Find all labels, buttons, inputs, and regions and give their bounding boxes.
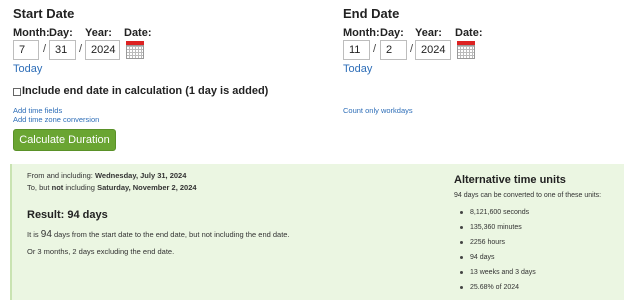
line1-post: days from the start date to the end date… bbox=[51, 230, 290, 239]
result-title: Result: 94 days bbox=[27, 209, 108, 221]
end-month-input[interactable]: 11 bbox=[343, 40, 370, 60]
start-date-label: Date: bbox=[124, 27, 152, 39]
from-date: Wednesday, July 31, 2024 bbox=[94, 171, 187, 180]
alternative-item: 25.68% of 2024 bbox=[458, 280, 536, 295]
to-not: not bbox=[51, 183, 64, 192]
result-line-1: It is 94 days from the start date to the… bbox=[27, 229, 290, 240]
include-end-date-checkbox[interactable] bbox=[13, 88, 21, 96]
alternative-item-text: 2256 hours bbox=[470, 239, 506, 246]
end-day-input[interactable]: 2 bbox=[380, 40, 407, 60]
end-separator-1: / bbox=[373, 43, 377, 55]
alternative-item: 94 days bbox=[458, 250, 536, 265]
to-line: To, but not including Saturday, November… bbox=[27, 183, 197, 192]
count-workdays-link[interactable]: Count only workdays bbox=[343, 106, 413, 115]
result-panel: From and including: Wednesday, July 31, … bbox=[10, 164, 624, 300]
add-time-fields-link[interactable]: Add time fields bbox=[13, 106, 62, 115]
start-day-label: Day: bbox=[49, 27, 73, 39]
line1-pre: It is bbox=[27, 230, 41, 239]
bullet-icon bbox=[460, 271, 463, 274]
start-calendar-icon[interactable] bbox=[126, 41, 144, 59]
start-year-label: Year: bbox=[85, 27, 112, 39]
start-month-input[interactable]: 7 bbox=[13, 40, 39, 60]
alternative-item-text: 25.68% of 2024 bbox=[470, 284, 520, 291]
bullet-icon bbox=[460, 211, 463, 214]
end-year-input[interactable]: 2024 bbox=[415, 40, 451, 60]
start-day-input[interactable]: 31 bbox=[49, 40, 76, 60]
end-date-label: Date: bbox=[455, 27, 483, 39]
bullet-icon bbox=[460, 286, 463, 289]
start-date-heading: Start Date bbox=[13, 6, 75, 21]
alternative-item: 2256 hours bbox=[458, 235, 536, 250]
end-year-label: Year: bbox=[415, 27, 442, 39]
alternative-item-text: 135,360 minutes bbox=[470, 224, 522, 231]
include-end-date-label: Include end date in calculation (1 day i… bbox=[22, 85, 269, 97]
bullet-icon bbox=[460, 226, 463, 229]
alternative-item-text: 13 weeks and 3 days bbox=[470, 269, 536, 276]
alternative-list: 8,121,600 seconds 135,360 minutes 2256 h… bbox=[458, 205, 536, 295]
start-separator-2: / bbox=[79, 43, 83, 55]
from-prefix: From and including: bbox=[27, 171, 95, 180]
alternative-item-text: 94 days bbox=[470, 254, 495, 261]
from-line: From and including: Wednesday, July 31, … bbox=[27, 171, 186, 180]
to-prefix: To, but bbox=[27, 183, 52, 192]
alternative-item: 8,121,600 seconds bbox=[458, 205, 536, 220]
bullet-icon bbox=[460, 241, 463, 244]
alternative-title: Alternative time units bbox=[454, 174, 566, 186]
end-month-label: Month: bbox=[343, 27, 380, 39]
result-line-2: Or 3 months, 2 days excluding the end da… bbox=[27, 247, 175, 256]
end-day-label: Day: bbox=[380, 27, 404, 39]
alternative-intro: 94 days can be converted to one of these… bbox=[454, 192, 602, 199]
start-year-input[interactable]: 2024 bbox=[85, 40, 120, 60]
bullet-icon bbox=[460, 256, 463, 259]
start-separator-1: / bbox=[43, 43, 47, 55]
end-date-heading: End Date bbox=[343, 6, 400, 21]
alternative-item: 13 weeks and 3 days bbox=[458, 265, 536, 280]
line1-number: 94 bbox=[40, 229, 52, 240]
alternative-item: 135,360 minutes bbox=[458, 220, 536, 235]
to-date: Saturday, November 2, 2024 bbox=[97, 183, 197, 192]
end-today-link[interactable]: Today bbox=[343, 63, 372, 75]
add-time-zone-link[interactable]: Add time zone conversion bbox=[13, 115, 99, 124]
start-month-label: Month: bbox=[13, 27, 50, 39]
alternative-item-text: 8,121,600 seconds bbox=[470, 209, 530, 216]
start-today-link[interactable]: Today bbox=[13, 63, 42, 75]
to-middle: including bbox=[63, 183, 98, 192]
end-separator-2: / bbox=[410, 43, 414, 55]
calculate-duration-button[interactable]: Calculate Duration bbox=[13, 129, 116, 151]
end-calendar-icon[interactable] bbox=[457, 41, 475, 59]
